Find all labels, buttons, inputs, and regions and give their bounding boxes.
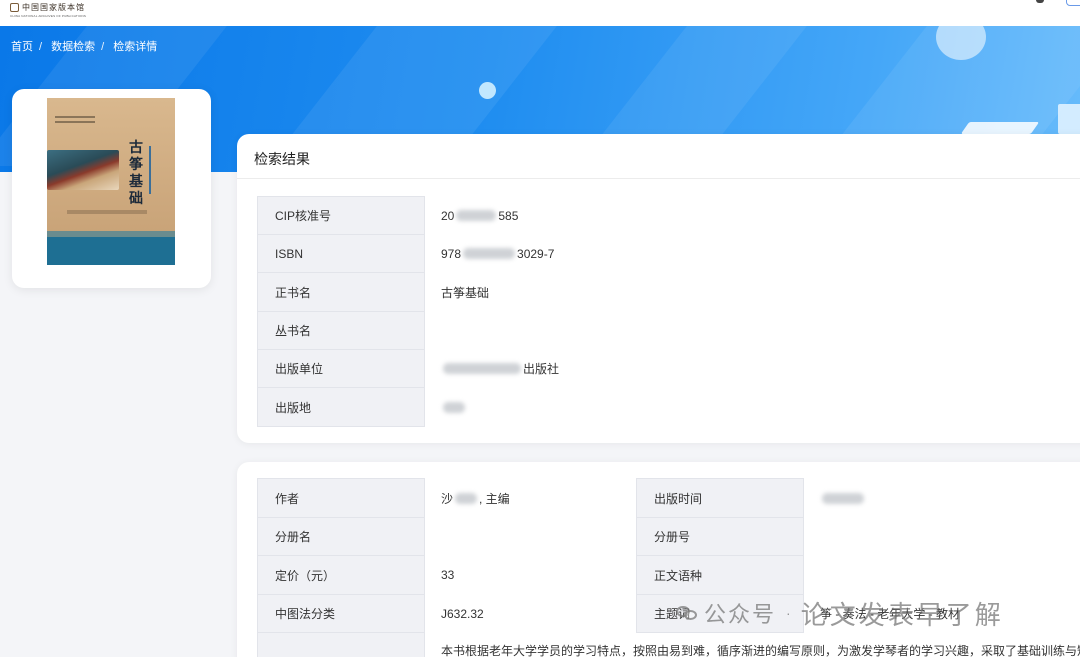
breadcrumb: 首页 / 数据检索 / 检索详情 bbox=[11, 41, 158, 53]
field-label: ISBN bbox=[257, 234, 425, 273]
breadcrumb-search[interactable]: 数据检索 bbox=[51, 41, 95, 53]
watermark: 公众号 · 论文发表早了解 bbox=[676, 595, 1004, 631]
decor-bubble bbox=[479, 82, 496, 99]
divider bbox=[237, 178, 1080, 179]
field-value bbox=[441, 387, 467, 427]
watermark-separator: · bbox=[786, 605, 791, 621]
field-label: 正书名 bbox=[257, 272, 425, 312]
field-label bbox=[257, 632, 425, 657]
logo-subtext: CHINA NATIONAL ARCHIVES OF PUBLICATIONS bbox=[10, 14, 87, 18]
field-label: 分册号 bbox=[636, 517, 804, 556]
field-value: 978 3029-7 bbox=[441, 246, 555, 261]
field-value: J632.32 bbox=[441, 606, 484, 621]
book-description: 本书根据老年大学学员的学习特点，按照由易到难，循序渐进的编写原则，为激发学琴者的… bbox=[441, 644, 1080, 657]
field-label: 分册名 bbox=[257, 517, 425, 556]
field-label: 作者 bbox=[257, 478, 425, 518]
field-value: 出版社 bbox=[441, 349, 559, 388]
breadcrumb-home[interactable]: 首页 bbox=[11, 41, 33, 53]
top-header: 中国国家版本馆 CHINA NATIONAL ARCHIVES OF PUBLI… bbox=[0, 0, 1080, 26]
wechat-icon bbox=[676, 604, 698, 622]
field-value: 沙, 主编 bbox=[441, 491, 510, 506]
user-menu-icon[interactable] bbox=[1036, 0, 1044, 3]
seal-icon bbox=[10, 3, 19, 12]
cover-title: 古筝基础 bbox=[129, 140, 143, 207]
book-cover-image: 古筝基础 bbox=[47, 98, 175, 265]
field-label: 出版地 bbox=[257, 387, 425, 427]
card-title: 检索结果 bbox=[254, 151, 310, 167]
field-value bbox=[820, 478, 866, 518]
field-label: 中图法分类 bbox=[257, 594, 425, 633]
book-cover-card: 古筝基础 bbox=[12, 89, 211, 288]
field-value: 33 bbox=[441, 568, 455, 582]
site-logo[interactable]: 中国国家版本馆 CHINA NATIONAL ARCHIVES OF PUBLI… bbox=[10, 2, 86, 22]
watermark-name: 论文发表早了解 bbox=[800, 599, 1004, 630]
field-label: CIP核准号 bbox=[257, 196, 425, 235]
field-value: 20 585 bbox=[441, 208, 519, 223]
field-label: 丛书名 bbox=[257, 311, 425, 350]
header-button[interactable] bbox=[1066, 0, 1080, 6]
logo-text: 中国国家版本馆 bbox=[22, 3, 85, 12]
watermark-brand: 公众号 bbox=[704, 602, 777, 627]
field-value: 古筝基础 bbox=[441, 285, 490, 300]
breadcrumb-current: 检索详情 bbox=[113, 41, 158, 53]
field-label: 出版单位 bbox=[257, 349, 425, 388]
field-label: 定价（元） bbox=[257, 555, 425, 595]
decor-document bbox=[1058, 104, 1080, 134]
field-label: 正文语种 bbox=[636, 555, 804, 595]
decor-document bbox=[960, 122, 1040, 134]
field-label: 出版时间 bbox=[636, 478, 804, 518]
